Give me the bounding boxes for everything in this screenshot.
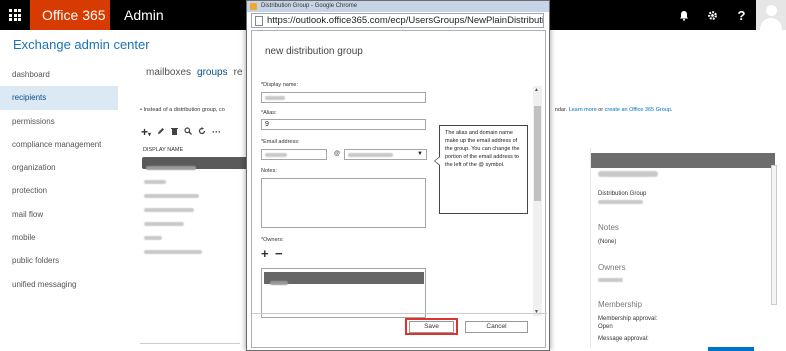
bell-icon[interactable] xyxy=(669,0,698,30)
notes-textarea[interactable] xyxy=(261,178,426,228)
nav-item-public-folders[interactable]: public folders xyxy=(0,249,118,272)
owners-list xyxy=(261,268,426,318)
window-favicon-icon xyxy=(250,3,257,10)
nav-item-dashboard[interactable]: dashboard xyxy=(0,63,118,86)
nav-item-mobile[interactable]: mobile xyxy=(0,226,118,249)
scrollbar-thumb[interactable] xyxy=(534,106,541,201)
nav-item-recipients[interactable]: recipients xyxy=(0,86,118,110)
learn-more-link[interactable]: Learn more xyxy=(569,107,597,113)
detail-group-address-blurred xyxy=(598,200,643,206)
gear-icon[interactable] xyxy=(698,0,727,30)
window-title: Distribution Group - Google Chrome xyxy=(261,3,358,9)
dialog-title: new distribution group xyxy=(265,46,363,57)
distribution-group-window: Distribution Group - Google Chrome https… xyxy=(246,0,550,351)
divider xyxy=(140,343,240,344)
owners-label: *Owners: xyxy=(261,237,284,243)
domain-select[interactable]: ▼ xyxy=(344,149,427,160)
nav-item-mail-flow[interactable]: mail flow xyxy=(0,203,118,226)
nav-item-unified-messaging[interactable]: unified messaging xyxy=(0,273,118,296)
tab-groups[interactable]: groups xyxy=(197,67,228,78)
detail-notes-title: Notes xyxy=(598,223,619,232)
save-button[interactable]: Save xyxy=(409,321,454,333)
nav-item-organization[interactable]: organization xyxy=(0,156,118,179)
info-suffix: ndar. xyxy=(554,107,568,113)
list-item[interactable] xyxy=(142,227,248,240)
notes-label: Notes: xyxy=(261,168,277,174)
detail-owners-title: Owners xyxy=(598,263,626,272)
nav-item-protection[interactable]: protection xyxy=(0,179,118,202)
list-toolbar: +▾ ··· xyxy=(141,125,221,139)
address-bar[interactable]: https://outlook.office365.com/ecp/UsersG… xyxy=(251,13,544,28)
add-icon[interactable]: +▾ xyxy=(141,125,151,139)
left-nav: dashboard recipients permissions complia… xyxy=(0,63,118,296)
bottom-blue-button[interactable] xyxy=(708,347,754,351)
list-item[interactable] xyxy=(142,241,248,254)
scroll-up-icon[interactable]: ▲ xyxy=(534,87,539,93)
nav-item-compliance-management[interactable]: compliance management xyxy=(0,133,118,156)
add-owner-icon[interactable]: + xyxy=(261,246,269,261)
waffle-icon[interactable] xyxy=(0,0,30,30)
detail-message-approval-label: Message approval: xyxy=(598,336,649,342)
chevron-down-icon: ▼ xyxy=(417,151,423,157)
page-title: Exchange admin center xyxy=(13,37,150,52)
url-text: https://outlook.office365.com/ecp/UsersG… xyxy=(267,15,544,26)
user-avatar[interactable] xyxy=(756,0,786,30)
list-item[interactable] xyxy=(142,199,248,212)
remove-owner-icon[interactable]: − xyxy=(275,246,283,261)
tab-mailboxes[interactable]: mailboxes xyxy=(146,67,191,78)
email-local-input[interactable] xyxy=(261,149,327,160)
app-name[interactable]: Admin xyxy=(124,0,164,30)
email-address-label: *Email address: xyxy=(261,139,300,145)
group-list xyxy=(138,155,248,320)
window-titlebar[interactable]: Distribution Group - Google Chrome xyxy=(247,1,549,12)
detail-header-bar xyxy=(591,153,775,168)
help-icon[interactable]: ? xyxy=(727,0,756,30)
cancel-button[interactable]: Cancel xyxy=(465,321,528,333)
search-icon[interactable] xyxy=(184,127,192,137)
detail-owner-blurred xyxy=(598,278,623,284)
edit-icon[interactable] xyxy=(157,127,165,137)
alias-tooltip: The alias and domain name make up the em… xyxy=(434,125,528,214)
delete-icon[interactable] xyxy=(171,127,179,137)
detail-notes-value: (None) xyxy=(598,239,617,245)
list-item[interactable] xyxy=(142,213,248,226)
detail-scrollbar[interactable] xyxy=(771,165,777,305)
detail-membership-title: Membership xyxy=(598,300,643,309)
more-icon[interactable]: ··· xyxy=(212,127,221,137)
create-office365-group-link[interactable]: create an Office 365 Group xyxy=(605,107,671,113)
tab-resources[interactable]: re xyxy=(234,67,243,78)
refresh-icon[interactable] xyxy=(198,127,206,137)
detail-membership-approval-label: Membership approval: xyxy=(598,316,658,322)
detail-group-type: Distribution Group xyxy=(598,191,647,197)
alias-input[interactable]: 9 xyxy=(261,119,426,130)
detail-email-blurred xyxy=(598,171,658,179)
alias-label: *Alias: xyxy=(261,110,277,116)
info-end: . xyxy=(670,107,673,113)
column-header-display-name[interactable]: DISPLAY NAME xyxy=(143,147,183,153)
detail-membership-approval-value: Open xyxy=(598,324,613,330)
list-item[interactable] xyxy=(142,157,248,170)
dialog-content: new distribution group *Display name: *A… xyxy=(251,30,547,348)
list-item[interactable] xyxy=(142,171,248,184)
tab-strip: mailboxes groups re xyxy=(146,67,243,78)
at-symbol: @ xyxy=(334,151,341,157)
scroll-down-icon[interactable]: ▼ xyxy=(534,309,539,315)
detail-pane: Distribution Group Notes (None) Owners M… xyxy=(590,148,775,348)
display-name-label: *Display name: xyxy=(261,82,298,88)
list-item[interactable] xyxy=(142,185,248,198)
display-name-input[interactable] xyxy=(261,92,426,103)
dialog-scrollbar[interactable]: ▲ ▼ xyxy=(533,86,542,316)
owner-item[interactable] xyxy=(264,272,424,285)
nav-item-permissions[interactable]: permissions xyxy=(0,110,118,133)
page-icon xyxy=(255,16,263,26)
top-icons: ? xyxy=(669,0,786,30)
info-mid: or xyxy=(596,107,605,113)
dialog-footer-divider xyxy=(252,313,547,314)
info-prefix: • Instead of a distribution group, co xyxy=(140,107,225,113)
brand-office365[interactable]: Office 365 xyxy=(30,0,110,30)
